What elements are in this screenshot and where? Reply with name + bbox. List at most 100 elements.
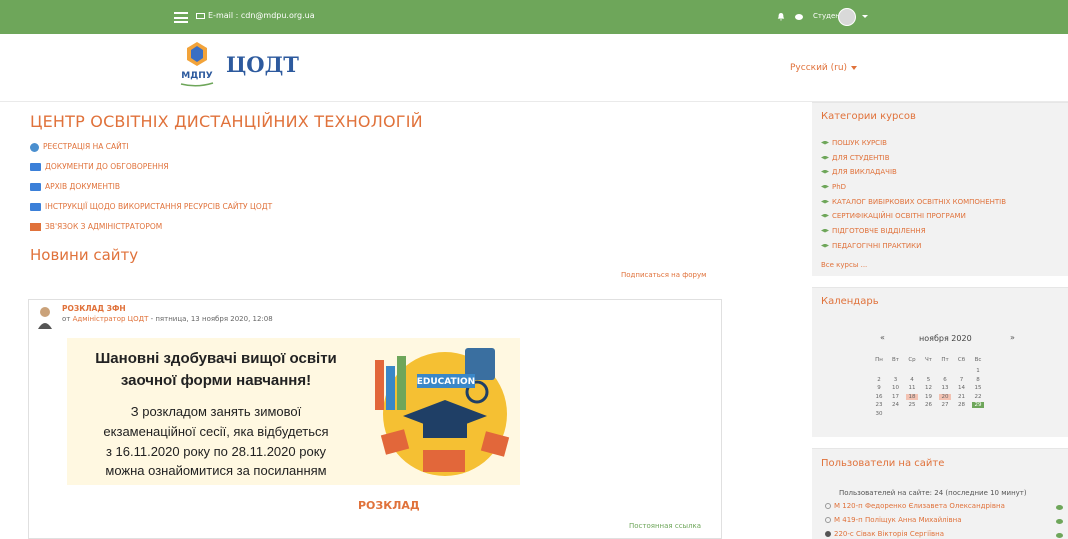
user-avatar[interactable] — [838, 8, 856, 26]
permalink[interactable]: Постоянная ссылка — [629, 522, 701, 530]
calendar-weekday: Чт — [925, 357, 932, 363]
logo-caption: МДПУ — [181, 71, 213, 81]
schedule-link[interactable]: РОЗКЛАД — [358, 499, 420, 512]
calendar-day[interactable]: 2 — [873, 377, 885, 383]
category-item[interactable]: ПОШУК КУРСІВ — [821, 139, 887, 147]
calendar-day[interactable]: 18 — [906, 393, 918, 400]
calendar-day[interactable]: 24 — [890, 402, 902, 408]
hamburger-menu-icon[interactable] — [174, 12, 188, 23]
subscribe-forum-link[interactable]: Подписаться на форум — [621, 271, 706, 279]
calendar-next-button[interactable]: » — [1010, 333, 1015, 342]
author-avatar[interactable] — [36, 305, 54, 329]
calendar-day[interactable]: 20 — [939, 393, 951, 400]
categories-title: Категории курсов — [821, 111, 916, 122]
calendar-day[interactable]: 7 — [956, 377, 968, 383]
calendar-prev-button[interactable]: « — [880, 333, 885, 342]
education-badge: EDUCATION — [417, 377, 475, 387]
calendar-day[interactable]: 1 — [972, 368, 984, 374]
calendar-day[interactable]: 8 — [972, 377, 984, 383]
calendar-day[interactable]: 12 — [923, 385, 935, 391]
language-selector[interactable]: Русский (ru) — [790, 63, 858, 73]
calendar-day[interactable]: 15 — [972, 385, 984, 391]
message-user-icon[interactable] — [1056, 505, 1063, 510]
post-meta: от Адміністратор ЦОДТ - пятница, 13 нояб… — [62, 315, 273, 323]
calendar-day[interactable]: 16 — [873, 394, 885, 400]
calendar-month: ноября 2020 — [919, 334, 972, 343]
calendar-day[interactable]: 13 — [939, 385, 951, 391]
folder-icon — [30, 163, 41, 171]
calendar-day[interactable]: 9 — [873, 385, 885, 391]
calendar-day[interactable]: 3 — [890, 377, 902, 383]
graduation-cap-icon — [821, 155, 829, 160]
notifications-bell-icon[interactable] — [777, 13, 785, 21]
calendar-weekday: Сб — [957, 357, 966, 363]
post-author-link[interactable]: Адміністратор ЦОДТ — [73, 315, 149, 323]
calendar-weekday: Ср — [908, 357, 916, 363]
calendar-day[interactable]: 23 — [873, 402, 885, 408]
calendar-day[interactable]: 27 — [939, 402, 951, 408]
calendar-day[interactable]: 25 — [906, 402, 918, 408]
graduation-cap-icon — [821, 184, 829, 189]
site-name[interactable]: ЦОДТ — [226, 52, 299, 77]
messages-icon[interactable] — [795, 14, 803, 20]
calendar-weekday: Вт — [892, 357, 899, 363]
online-user[interactable]: М 419-п Поліщук Анна Михайлівна — [825, 516, 962, 524]
all-courses-link[interactable]: Все курсы ... — [821, 261, 867, 269]
user-menu-caret-icon[interactable] — [862, 15, 868, 18]
banner-line: Шановні здобувачі вищої освіти — [95, 350, 337, 367]
category-item[interactable]: ДЛЯ СТУДЕНТІВ — [821, 154, 890, 162]
message-user-icon[interactable] — [1056, 519, 1063, 524]
calendar-day[interactable]: 26 — [923, 402, 935, 408]
top-navbar: E-mail : cdn@mdpu.org.ua Студент — [0, 0, 1068, 34]
banner-line: З розкладом занять зимової — [130, 404, 302, 419]
category-item[interactable]: ПІДГОТОВЧЕ ВІДДІЛЕННЯ — [821, 227, 926, 235]
banner-line: з 16.11.2020 року по 28.11.2020 року — [105, 444, 327, 459]
calendar-day[interactable]: 30 — [873, 411, 885, 417]
calendar-day[interactable]: 29 — [972, 402, 984, 408]
banner-line: екзаменаційної сесії, яка відбудеться — [103, 424, 329, 439]
calendar-day[interactable]: 6 — [939, 377, 951, 383]
online-user[interactable]: 220-с Сівак Вікторія Сергіївна — [825, 530, 944, 538]
link-registration[interactable]: РЕЄСТРАЦІЯ НА САЙТІ — [30, 142, 129, 152]
education-illustration: EDUCATION — [375, 348, 510, 476]
news-heading: Новини сайту — [30, 246, 139, 264]
online-users-summary: Пользователей на сайте: 24 (последние 10… — [839, 489, 1027, 497]
graduation-cap-icon — [821, 140, 829, 145]
link-documents-archive[interactable]: АРХІВ ДОКУМЕНТІВ — [30, 182, 120, 191]
banner-line: заочної форми навчання! — [120, 372, 312, 389]
calendar-day[interactable]: 10 — [890, 385, 902, 391]
user-icon — [825, 503, 831, 509]
graduation-cap-icon — [821, 199, 829, 204]
category-item[interactable]: КАТАЛОГ ВИБІРКОВИХ ОСВІТНІХ КОМПОНЕНТІВ — [821, 198, 1006, 206]
post-title[interactable]: РОЗКЛАД ЗФН — [62, 304, 126, 313]
contact-email: E-mail : cdn@mdpu.org.ua — [196, 11, 315, 20]
calendar-day[interactable]: 4 — [906, 377, 918, 383]
calendar-day[interactable]: 11 — [906, 385, 918, 391]
link-contact-admin[interactable]: ЗВ'ЯЗОК З АДМІНІСТРАТОРОМ — [30, 222, 162, 231]
link-documents-discussion[interactable]: ДОКУМЕНТИ ДО ОБГОВОРЕННЯ — [30, 162, 169, 171]
link-instructions[interactable]: ІНСТРУКЦІЇ ЩОДО ВИКОРИСТАННЯ РЕСУРСІВ СА… — [30, 202, 272, 211]
calendar-day[interactable]: 21 — [956, 394, 968, 400]
folder-icon — [30, 203, 41, 211]
online-users-title: Пользователи на сайте — [821, 458, 945, 469]
chevron-down-icon — [851, 65, 858, 70]
calendar-day[interactable]: 19 — [923, 394, 935, 400]
calendar-day[interactable]: 28 — [956, 402, 968, 408]
site-logo[interactable]: МДПУ — [173, 40, 221, 92]
category-item[interactable]: ПЕДАГОГІЧНІ ПРАКТИКИ — [821, 242, 921, 250]
folder-icon — [30, 183, 41, 191]
calendar-day[interactable]: 17 — [890, 394, 902, 400]
user-avatar-icon — [825, 531, 831, 537]
online-user[interactable]: М 120-п Федоренко Єлизавета Олександрівн… — [825, 502, 1005, 510]
category-item[interactable]: ДЛЯ ВИКЛАДАЧІВ — [821, 168, 897, 176]
calendar-weekday: Пт — [941, 357, 949, 363]
graduation-cap-icon — [821, 169, 829, 174]
category-item[interactable]: СЕРТИФІКАЦІЙНІ ОСВІТНІ ПРОГРАМИ — [821, 212, 966, 220]
calendar-day[interactable]: 22 — [972, 394, 984, 400]
category-item[interactable]: PhD — [821, 183, 846, 191]
banner-line: можна ознайомитися за посиланням — [105, 463, 327, 478]
message-user-icon[interactable] — [1056, 533, 1063, 538]
calendar-day[interactable]: 14 — [956, 385, 968, 391]
calendar-day[interactable]: 5 — [923, 377, 935, 383]
graduation-cap-icon — [821, 243, 829, 248]
